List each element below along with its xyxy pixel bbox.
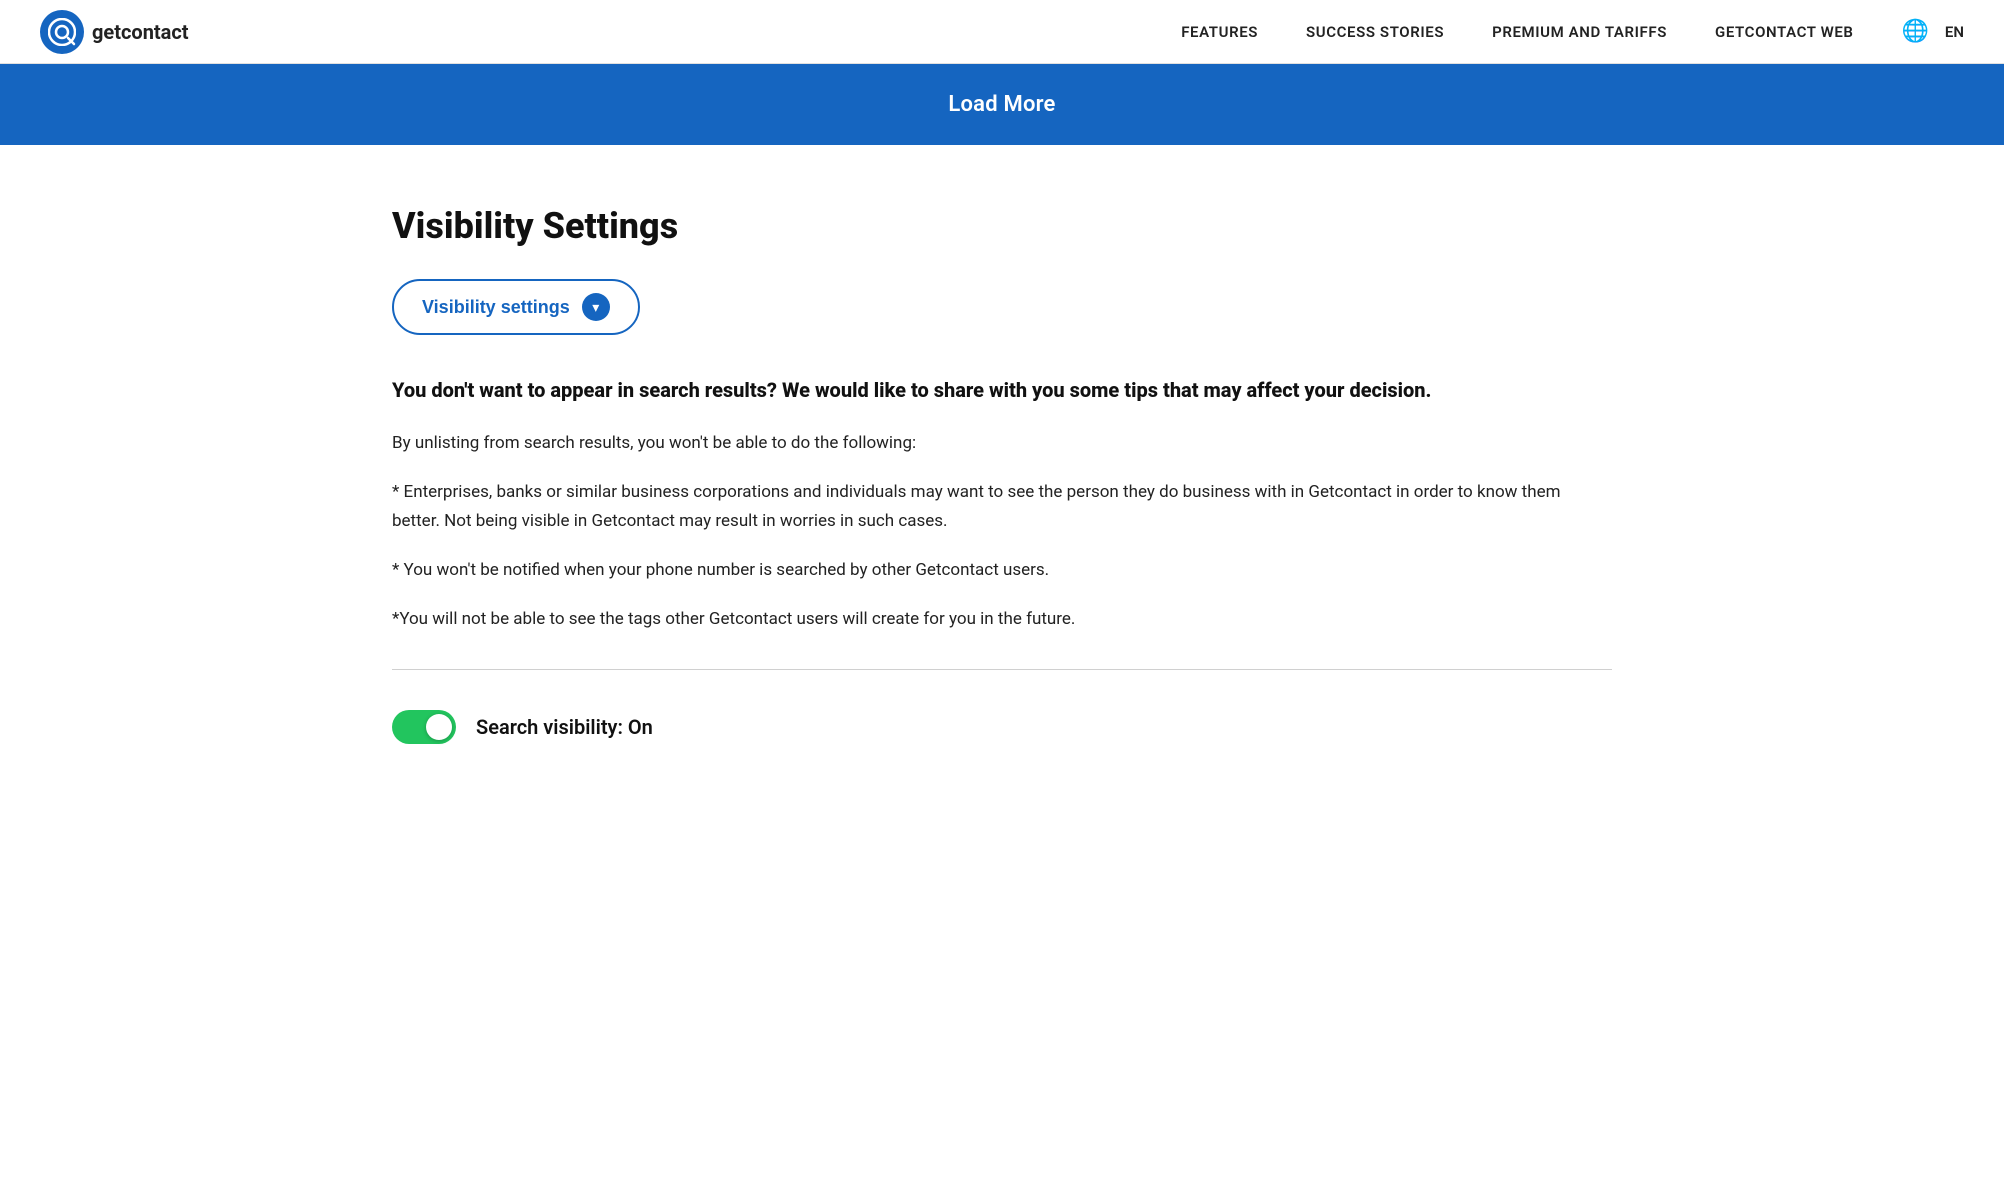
nav-getcontact-web[interactable]: GETCONTACT WEB (1715, 23, 1854, 41)
toggle-label: Search visibility: On (476, 715, 653, 739)
main-content: Visibility Settings Visibility settings … (312, 145, 1692, 824)
chevron-down-icon: ▾ (582, 293, 610, 321)
section-title: Visibility Settings (392, 205, 1612, 247)
paragraph-1: * Enterprises, banks or similar business… (392, 478, 1612, 536)
navbar-right: 🌐 EN (1902, 19, 1964, 44)
nav-success-stories[interactable]: SUCCESS STORIES (1306, 23, 1444, 41)
globe-icon[interactable]: 🌐 (1902, 19, 1929, 44)
visibility-dropdown-label: Visibility settings (422, 297, 570, 318)
logo-icon (40, 10, 84, 54)
paragraph-0: By unlisting from search results, you wo… (392, 429, 1612, 458)
load-more-banner[interactable]: Load More (0, 64, 2004, 145)
intro-bold-paragraph: You don't want to appear in search resul… (392, 375, 1592, 405)
language-label[interactable]: EN (1945, 23, 1964, 41)
nav-links: FEATURES SUCCESS STORIES PREMIUM AND TAR… (1181, 22, 1853, 41)
paragraph-2: * You won't be notified when your phone … (392, 556, 1612, 585)
search-visibility-row: Search visibility: On (392, 710, 1612, 744)
section-divider (392, 669, 1612, 670)
logo-text: getcontact (92, 20, 189, 44)
navbar: getcontact FEATURES SUCCESS STORIES PREM… (0, 0, 2004, 64)
nav-premium-tariffs[interactable]: PREMIUM AND TARIFFS (1492, 23, 1667, 41)
load-more-text: Load More (948, 92, 1055, 117)
search-visibility-toggle[interactable] (392, 710, 456, 744)
visibility-dropdown-button[interactable]: Visibility settings ▾ (392, 279, 640, 335)
nav-features[interactable]: FEATURES (1181, 23, 1258, 41)
logo-link[interactable]: getcontact (40, 10, 189, 54)
paragraph-3: *You will not be able to see the tags ot… (392, 605, 1612, 634)
